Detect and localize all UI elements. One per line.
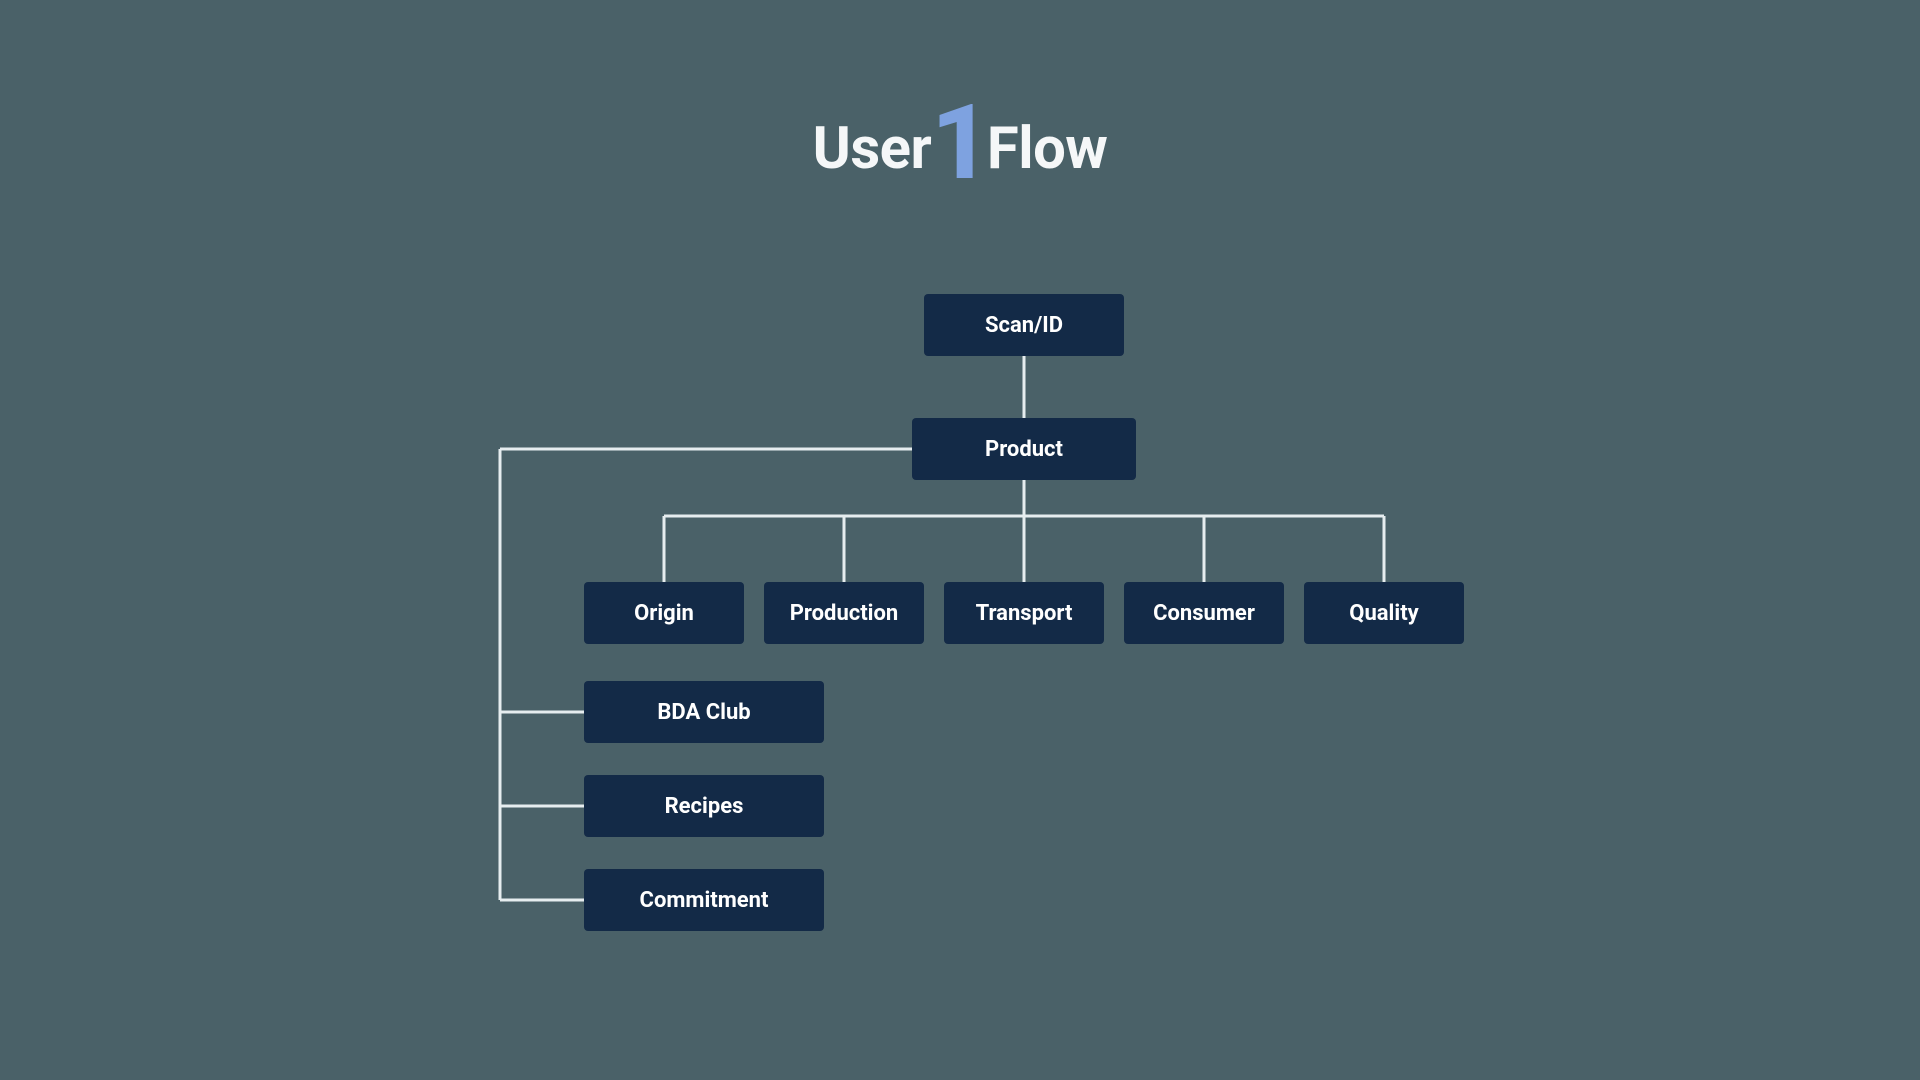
node-label: Product	[985, 437, 1063, 462]
diagram-stage: 1 User Flow Scan/ID Product	[0, 0, 1920, 1080]
node-label: BDA Club	[657, 700, 750, 725]
node-scan-id: Scan/ID	[924, 294, 1124, 356]
node-label: Transport	[976, 601, 1073, 626]
connectors	[0, 0, 1920, 1080]
node-label: Consumer	[1153, 601, 1255, 626]
node-recipes: Recipes	[584, 775, 824, 837]
node-product: Product	[912, 418, 1136, 480]
node-label: Scan/ID	[985, 313, 1063, 338]
node-label: Origin	[634, 601, 694, 626]
node-origin: Origin	[584, 582, 744, 644]
node-label: Production	[790, 601, 899, 626]
node-label: Recipes	[665, 794, 744, 819]
node-quality: Quality	[1304, 582, 1464, 644]
node-commitment: Commitment	[584, 869, 824, 931]
node-transport: Transport	[944, 582, 1104, 644]
node-consumer: Consumer	[1124, 582, 1284, 644]
node-label: Commitment	[640, 888, 769, 913]
node-bda-club: BDA Club	[584, 681, 824, 743]
node-label: Quality	[1349, 601, 1418, 626]
node-production: Production	[764, 582, 924, 644]
